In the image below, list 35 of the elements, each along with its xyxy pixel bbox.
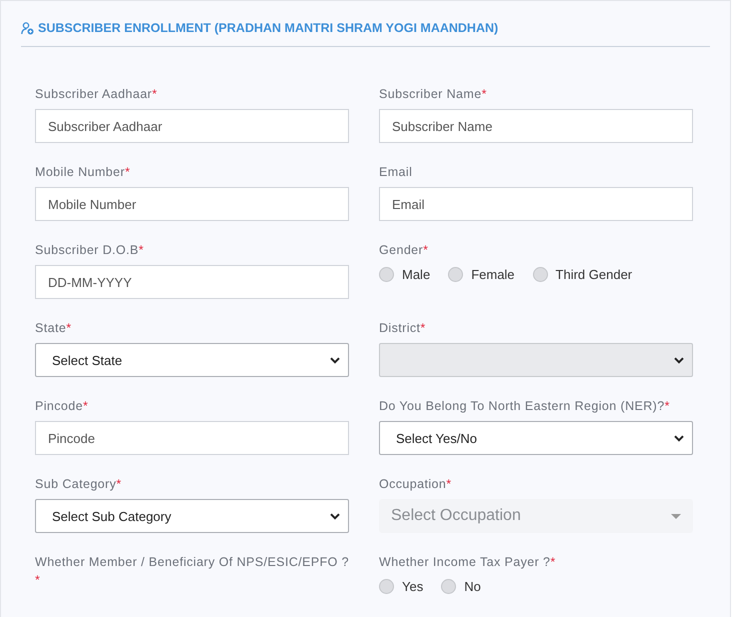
radio-option[interactable]: Third Gender [532, 267, 632, 282]
input-field[interactable]: DD-MM-YYYY [35, 265, 349, 299]
user-add-icon [21, 22, 34, 34]
input-field[interactable]: Subscriber Aadhaar [35, 109, 349, 143]
field-label: Sub Category* [35, 476, 122, 493]
chevron-down-icon [674, 356, 684, 364]
field-label: Occupation* [379, 476, 452, 493]
select-field[interactable]: Select Yes/No [379, 421, 693, 455]
chevron-down-icon [674, 434, 684, 442]
field-label: Do You Belong To North Eastern Region (NER)?* [379, 398, 671, 415]
chevron-down-icon [330, 356, 340, 364]
field-label: Subscriber Name* [379, 86, 488, 103]
radio-option[interactable]: No [441, 579, 481, 594]
field-label: Whether Member / Beneficiary Of NPS/ESIC/EPFO ? * [35, 554, 350, 589]
select-field[interactable]: Select State [35, 343, 349, 377]
radio-option[interactable]: Yes [379, 579, 424, 594]
input-field[interactable]: Subscriber Name [379, 109, 693, 143]
form-title: SUBSCRIBER ENROLLMENT (PRADHAN MANTRI SHRAM YOGI MAANDHAN) [38, 20, 498, 37]
field-label: Mobile Number* [35, 164, 132, 181]
radio-option[interactable]: Male [379, 267, 430, 282]
field-label: Whether Income Tax Payer ?* [379, 554, 557, 571]
chevron-down-icon [330, 512, 340, 520]
input-field[interactable]: Email [379, 187, 693, 221]
field-label: District* [379, 320, 427, 337]
field-label: State* [35, 320, 72, 337]
select-field[interactable]: Select Sub Category [35, 499, 349, 533]
field-label: Pincode* [35, 398, 90, 415]
radio-option[interactable]: Female [448, 267, 515, 282]
input-field[interactable]: Mobile Number [35, 187, 349, 221]
caret-down-icon [671, 514, 681, 518]
field-label: Gender* [379, 242, 430, 259]
field-label: Subscriber Aadhaar* [35, 86, 158, 103]
input-field[interactable]: Pincode [35, 421, 349, 455]
field-label: Email [379, 164, 414, 181]
field-label: Subscriber D.O.B* [35, 242, 145, 259]
